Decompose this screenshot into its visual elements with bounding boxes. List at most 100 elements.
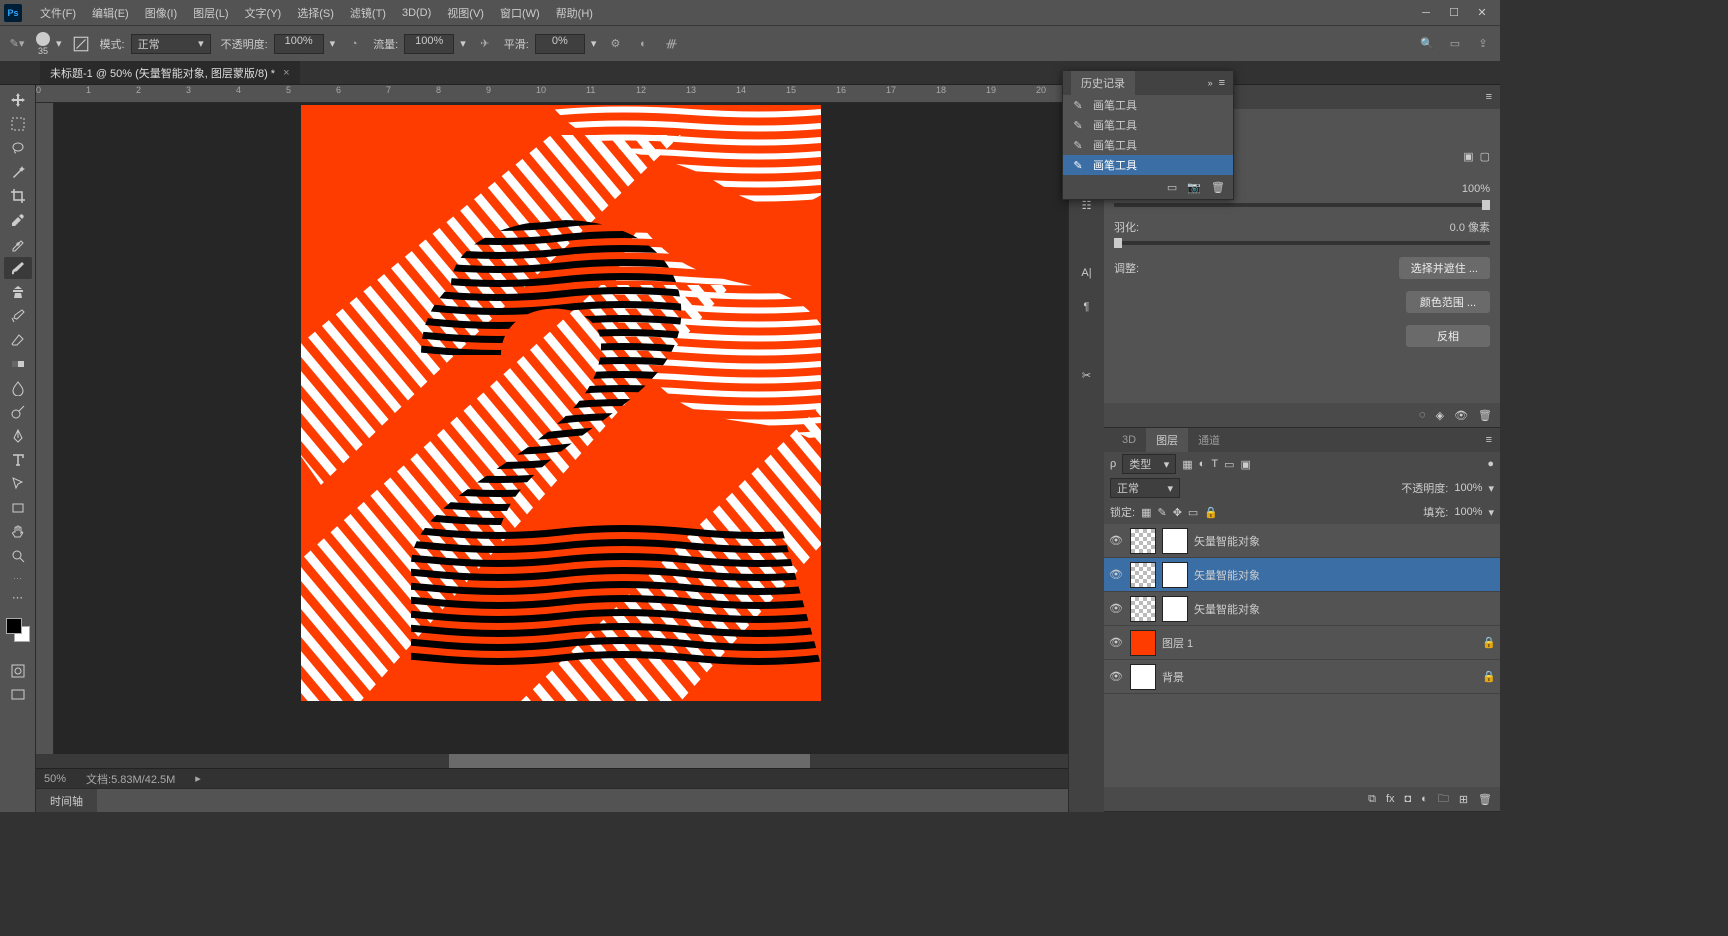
layer-mask-thumbnail[interactable]	[1162, 562, 1188, 588]
edit-toolbar[interactable]: ⋯	[4, 586, 32, 608]
healing-brush-tool[interactable]	[4, 233, 32, 255]
foreground-color[interactable]	[6, 618, 22, 634]
lock-image-icon[interactable]: ✎	[1157, 506, 1166, 519]
menu-type[interactable]: 文字(Y)	[237, 0, 290, 25]
menu-view[interactable]: 视图(V)	[439, 0, 492, 25]
layer-thumbnail[interactable]	[1130, 562, 1156, 588]
ruler-vertical[interactable]	[36, 103, 54, 754]
history-item[interactable]: ✎画笔工具	[1063, 95, 1233, 115]
layer-row[interactable]: 👁 矢量智能对象	[1104, 592, 1500, 626]
eraser-tool[interactable]	[4, 329, 32, 351]
layer-name[interactable]: 矢量智能对象	[1194, 601, 1260, 617]
document-info[interactable]: 文档:5.83M/42.5M	[86, 771, 175, 787]
lasso-tool[interactable]	[4, 137, 32, 159]
layer-row[interactable]: 👁矢量智能对象	[1104, 524, 1500, 558]
airbrush-icon[interactable]: ✈	[476, 35, 494, 53]
canvas-viewport[interactable]	[54, 103, 1068, 754]
history-brush-tool[interactable]	[4, 305, 32, 327]
menu-layer[interactable]: 图层(L)	[185, 0, 236, 25]
share-icon[interactable]: ⇪	[1474, 35, 1492, 53]
zoom-tool[interactable]	[4, 545, 32, 567]
layer-opacity-value[interactable]: 100%	[1454, 482, 1482, 494]
density-value[interactable]: 100%	[1462, 183, 1490, 195]
new-layer-icon[interactable]: ⊞	[1459, 793, 1468, 806]
3d-tab[interactable]: 3D	[1112, 428, 1146, 452]
history-item[interactable]: ✎画笔工具	[1063, 135, 1233, 155]
path-selection-tool[interactable]	[4, 473, 32, 495]
filter-smart-icon[interactable]: ▣	[1240, 458, 1250, 471]
clone-stamp-tool[interactable]	[4, 281, 32, 303]
layer-row[interactable]: 👁 图层 1 🔒	[1104, 626, 1500, 660]
invert-button[interactable]: 反相	[1406, 325, 1490, 347]
layer-thumbnail[interactable]	[1130, 596, 1156, 622]
ruler-horizontal[interactable]: 01234567891011121314151617181920	[36, 85, 1068, 103]
layer-name[interactable]: 矢量智能对象	[1194, 567, 1260, 583]
blur-tool[interactable]	[4, 377, 32, 399]
scrollbar-thumb[interactable]	[449, 754, 810, 768]
lock-icon[interactable]: 🔒	[1482, 636, 1496, 649]
layer-thumbnail[interactable]	[1130, 528, 1156, 554]
timeline-tab[interactable]: 时间轴	[36, 789, 97, 812]
color-swatch[interactable]	[6, 618, 30, 642]
panel-menu-icon[interactable]: ≡	[1219, 77, 1225, 89]
filter-adjust-icon[interactable]: ◐	[1199, 458, 1206, 470]
visibility-toggle[interactable]: 👁	[1108, 568, 1124, 581]
panel-menu-icon[interactable]: ≡	[1486, 91, 1492, 103]
visibility-toggle[interactable]: 👁	[1108, 534, 1124, 547]
filter-type-icon[interactable]: T	[1211, 458, 1218, 470]
layer-name[interactable]: 背景	[1162, 669, 1184, 685]
crop-tool[interactable]	[4, 185, 32, 207]
maximize-button[interactable]: ☐	[1440, 3, 1468, 23]
color-range-button[interactable]: 颜色范围 ...	[1406, 291, 1490, 313]
menu-edit[interactable]: 编辑(E)	[84, 0, 137, 25]
filter-pixel-icon[interactable]: ▦	[1182, 458, 1192, 471]
paragraph-panel-icon[interactable]: ¶	[1077, 297, 1097, 317]
lock-trans-icon[interactable]: ▦	[1141, 506, 1151, 519]
layer-row[interactable]: 👁背景🔒	[1104, 660, 1500, 694]
channels-tab[interactable]: 通道	[1188, 428, 1230, 452]
flow-input[interactable]: 100%	[404, 34, 454, 54]
brush-preview-icon[interactable]	[36, 32, 50, 46]
delete-state-icon[interactable]: 🗑	[1211, 181, 1225, 194]
horizontal-scrollbar[interactable]	[36, 754, 1068, 768]
character-panel-icon[interactable]: A|	[1077, 263, 1097, 283]
marquee-tool[interactable]	[4, 113, 32, 135]
move-tool[interactable]	[4, 89, 32, 111]
add-mask-icon[interactable]: ◘	[1405, 793, 1412, 805]
gradient-tool[interactable]	[4, 353, 32, 375]
hand-tool[interactable]	[4, 521, 32, 543]
density-slider[interactable]	[1114, 203, 1490, 207]
close-button[interactable]: ✕	[1468, 3, 1496, 23]
chevron-down-icon[interactable]: ▾	[591, 37, 597, 50]
layer-fx-icon[interactable]: fx	[1386, 793, 1395, 805]
collapse-icon[interactable]: »	[1208, 78, 1213, 88]
lock-artboard-icon[interactable]: ▭	[1188, 506, 1198, 519]
quick-mask-toggle[interactable]	[4, 660, 32, 682]
new-doc-from-state-icon[interactable]: ▭	[1167, 181, 1177, 194]
layer-mask-thumbnail[interactable]	[1162, 528, 1188, 554]
workspace-icon[interactable]: ▭	[1446, 35, 1464, 53]
chevron-down-icon[interactable]: ▾	[330, 37, 336, 50]
brush-panel-toggle-icon[interactable]	[72, 35, 90, 53]
delete-layer-icon[interactable]: 🗑	[1478, 793, 1492, 806]
load-selection-icon[interactable]: ◌	[1419, 409, 1426, 421]
menu-3d[interactable]: 3D(D)	[394, 0, 439, 25]
panel-menu-icon[interactable]: ≡	[1486, 434, 1492, 446]
layer-thumbnail[interactable]	[1130, 630, 1156, 656]
visibility-toggle[interactable]: 👁	[1108, 636, 1124, 649]
history-tab[interactable]: 历史记录	[1071, 71, 1135, 95]
menu-window[interactable]: 窗口(W)	[492, 0, 548, 25]
menu-image[interactable]: 图像(I)	[137, 0, 185, 25]
visibility-toggle[interactable]: 👁	[1108, 670, 1124, 683]
menu-select[interactable]: 选择(S)	[289, 0, 342, 25]
visibility-toggle[interactable]: 👁	[1108, 602, 1124, 615]
layer-name[interactable]: 图层 1	[1162, 635, 1193, 651]
pixel-mask-icon[interactable]: ▣	[1463, 150, 1473, 163]
layers-tab[interactable]: 图层	[1146, 428, 1188, 452]
minimize-button[interactable]: ─	[1412, 3, 1440, 23]
menu-filter[interactable]: 滤镜(T)	[342, 0, 394, 25]
symmetry-icon[interactable]: ᚍ	[662, 35, 680, 53]
rectangle-tool[interactable]	[4, 497, 32, 519]
apply-mask-icon[interactable]: ◈	[1436, 409, 1444, 422]
zoom-level[interactable]: 50%	[44, 773, 66, 785]
